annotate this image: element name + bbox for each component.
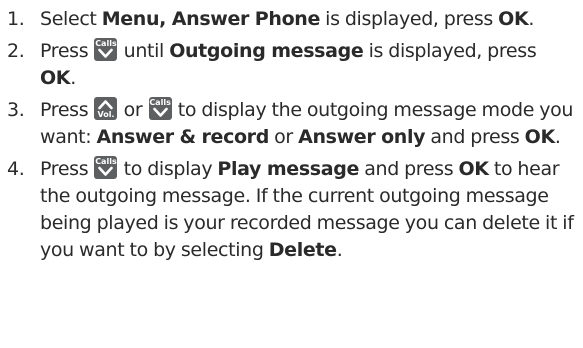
step-number: 4. xyxy=(7,158,25,180)
step-text-fragment: and press xyxy=(359,158,459,180)
bold-term: Play message xyxy=(217,158,360,180)
key-label: Calls xyxy=(149,98,171,107)
step-text-fragment: Press xyxy=(40,40,94,62)
bold-term: Answer only xyxy=(298,126,426,148)
bold-term: Outgoing message xyxy=(169,40,364,62)
step-number: 3. xyxy=(7,99,25,121)
key-label: Calls xyxy=(95,157,117,166)
step-number: 2. xyxy=(7,40,25,62)
step-number: 1. xyxy=(7,8,25,30)
instruction-step: 4. Press Calls to display Play message a… xyxy=(7,156,577,264)
bold-term: OK xyxy=(498,8,529,30)
step-text-fragment: Press xyxy=(40,99,94,121)
step-text: Select Menu, Answer Phone is displayed, … xyxy=(40,8,534,30)
bold-term: OK xyxy=(524,126,556,148)
step-text-fragment: Select xyxy=(40,8,102,30)
step-text-fragment: is displayed, press xyxy=(319,8,499,30)
step-text-fragment: . xyxy=(70,67,76,89)
step-text: Press Calls to display Play message and … xyxy=(40,156,574,261)
step-text-fragment: or xyxy=(268,126,299,148)
bold-term: Delete xyxy=(268,239,337,261)
instruction-step: 2. Press Calls until Outgoing message is… xyxy=(7,38,577,92)
calls-down-key-icon: Calls xyxy=(94,38,118,61)
instruction-step: 1. Select Menu, Answer Phone is displaye… xyxy=(7,6,577,33)
bold-term: Answer & record xyxy=(96,126,270,148)
step-text-fragment: until xyxy=(118,40,170,62)
calls-down-key-icon: Calls xyxy=(94,156,118,179)
vol-up-key-icon: Vol. xyxy=(94,97,118,120)
calls-down-key-icon: Calls xyxy=(148,97,172,120)
step-text-fragment: and press xyxy=(425,126,525,148)
bold-term: Menu, Answer Phone xyxy=(101,8,321,30)
bold-term: OK xyxy=(458,158,489,180)
instruction-steps-list: 1. Select Menu, Answer Phone is displaye… xyxy=(7,6,577,264)
step-text-fragment: . xyxy=(528,8,535,30)
step-text-fragment: Press xyxy=(40,158,94,180)
step-text: Press Calls until Outgoing message is di… xyxy=(40,38,537,89)
step-text-fragment: or xyxy=(118,99,148,121)
bold-term: OK xyxy=(40,67,71,89)
key-label: Calls xyxy=(95,39,117,48)
step-text-fragment: . xyxy=(554,126,561,148)
instruction-step: 3. Press Vol. or Calls to display the ou… xyxy=(7,97,577,151)
step-text-fragment: is displayed, press xyxy=(363,40,537,62)
instructions-page: 1. Select Menu, Answer Phone is displaye… xyxy=(0,0,583,348)
key-label: Vol. xyxy=(97,110,115,119)
step-text: Press Vol. or Calls to display the outgo… xyxy=(40,97,573,148)
step-text-fragment: to display xyxy=(118,158,218,180)
step-text-fragment: . xyxy=(336,239,343,261)
